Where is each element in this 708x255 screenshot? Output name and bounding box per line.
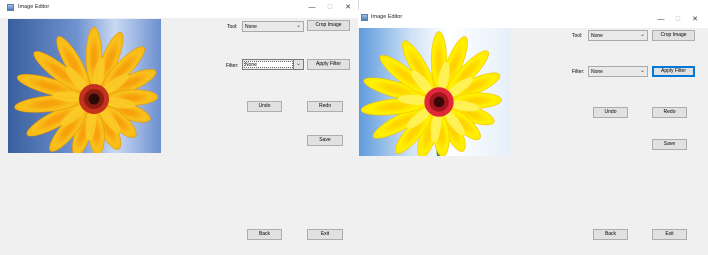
exit-button[interactable]: Exit [652, 229, 687, 240]
undo-button[interactable]: Undo [593, 107, 628, 118]
filter-dropdown-value: None [245, 62, 257, 68]
apply-filter-button[interactable]: Apply Filter [307, 59, 350, 70]
back-button[interactable]: Back [247, 229, 282, 240]
tool-dropdown[interactable]: None ⌄ [588, 30, 648, 41]
chevron-down-icon: ⌄ [639, 32, 646, 38]
undo-button[interactable]: Undo [247, 101, 282, 112]
filter-label: Filter: [226, 63, 239, 69]
close-icon[interactable]: ✕ [689, 14, 701, 26]
filter-dropdown[interactable]: None ⌄ [588, 66, 648, 77]
tool-dropdown-value: None [591, 33, 603, 39]
save-button[interactable]: Save [652, 139, 687, 150]
image-editor-window-left: Image Editor — ☐ ✕ Tool: None ⌄ Crop Ima… [0, 0, 359, 255]
chevron-down-icon: ⌄ [295, 23, 302, 29]
title-bar[interactable]: Image Editor — ☐ ✕ [358, 10, 708, 28]
redo-button[interactable]: Redo [307, 101, 343, 112]
tool-dropdown-value: None [245, 24, 257, 30]
maximize-icon[interactable]: ☐ [672, 14, 684, 26]
chevron-down-icon: ⌄ [293, 60, 303, 69]
minimize-icon[interactable]: — [306, 2, 318, 14]
app-icon [361, 14, 368, 21]
window-title: Image Editor [18, 4, 50, 10]
tool-label: Tool: [227, 24, 238, 30]
filter-label: Filter: [572, 69, 585, 75]
save-button[interactable]: Save [307, 135, 343, 146]
tool-label: Tool: [572, 33, 583, 39]
image-editor-window-right: Image Editor — ☐ ✕ Tool: None ⌄ Crop Ima… [358, 10, 708, 255]
chevron-down-icon: ⌄ [639, 68, 646, 74]
apply-filter-button[interactable]: Apply Filter [652, 66, 695, 77]
filter-dropdown-value: None [591, 69, 603, 75]
app-icon [7, 4, 14, 11]
title-bar[interactable]: Image Editor — ☐ ✕ [0, 0, 358, 18]
close-icon[interactable]: ✕ [342, 2, 354, 14]
tool-dropdown[interactable]: None ⌄ [242, 21, 304, 32]
image-preview [359, 28, 509, 156]
gerbera-flower-image [359, 28, 509, 156]
back-button[interactable]: Back [593, 229, 628, 240]
gerbera-flower-image [8, 19, 161, 153]
crop-image-button[interactable]: Crop Image [652, 30, 695, 41]
crop-image-button[interactable]: Crop Image [307, 20, 350, 31]
minimize-icon[interactable]: — [655, 14, 667, 26]
image-preview [8, 19, 161, 153]
window-title: Image Editor [371, 14, 403, 20]
maximize-icon[interactable]: ☐ [324, 2, 336, 14]
filter-dropdown[interactable]: None ⌄ [242, 59, 304, 70]
exit-button[interactable]: Exit [307, 229, 343, 240]
redo-button[interactable]: Redo [652, 107, 687, 118]
